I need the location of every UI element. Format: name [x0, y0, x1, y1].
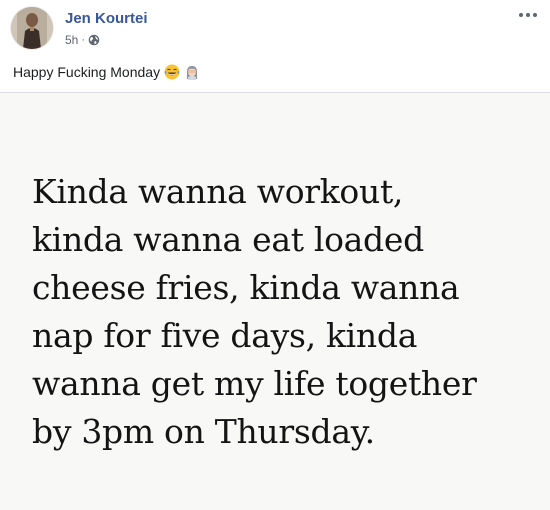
woman-facepalming-emoji	[184, 64, 200, 80]
caption-text: Happy Fucking Monday	[13, 64, 161, 80]
meme-line: by 3pm on Thursday.	[32, 412, 375, 451]
post-photo[interactable]: Kinda wanna workout, kinda wanna eat loa…	[0, 93, 550, 510]
meme-line: nap for five days, kinda	[32, 316, 418, 355]
author-name[interactable]: Jen Kourtei	[65, 10, 148, 28]
meme-line: Kinda wanna workout,	[32, 172, 404, 211]
more-options-button[interactable]	[514, 6, 542, 24]
facebook-post: Jen Kourtei 5h · Happy Fucking Monday Ki…	[0, 0, 550, 510]
avatar-photo	[11, 7, 53, 49]
meme-line: cheese fries, kinda wanna	[32, 268, 460, 307]
post-time[interactable]: 5h	[65, 33, 78, 47]
globe-icon[interactable]	[88, 34, 100, 46]
meta-separator: ·	[81, 34, 86, 46]
meme-line: wanna get my life together	[32, 364, 477, 403]
meme-text: Kinda wanna workout, kinda wanna eat loa…	[32, 168, 542, 456]
post-header: Jen Kourtei 5h ·	[0, 0, 550, 60]
more-options-icon	[519, 13, 537, 17]
tears-of-joy-emoji	[164, 64, 180, 80]
post-meta: 5h ·	[65, 32, 100, 48]
post-caption: Happy Fucking Monday	[13, 63, 200, 81]
meme-line: kinda wanna eat loaded	[32, 220, 424, 259]
avatar[interactable]	[11, 7, 53, 49]
